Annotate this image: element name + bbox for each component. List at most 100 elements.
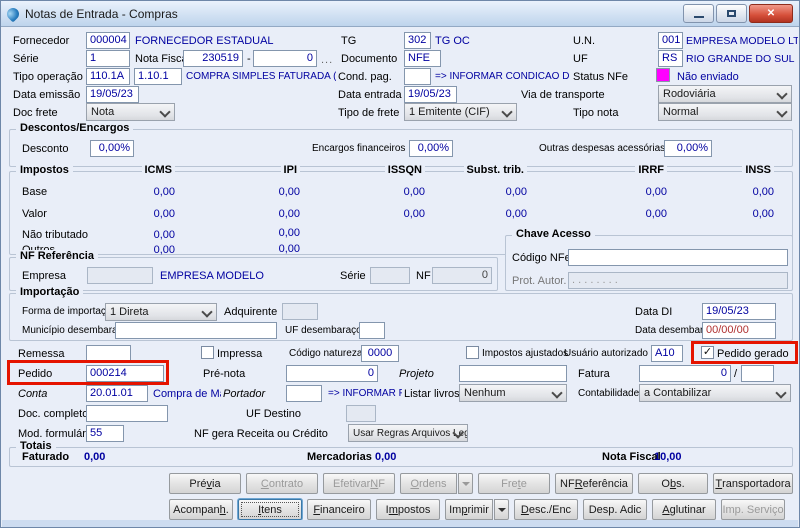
impostos-col-irrf: IRRF: [635, 164, 667, 176]
itens-button[interactable]: Itens: [238, 499, 302, 520]
impostos-col-subst-trib: Subst. trib.: [463, 164, 527, 176]
obs-button[interactable]: Ob s.: [638, 473, 708, 494]
fornecedor-code-field[interactable]: 000004: [86, 32, 130, 49]
pedido-gerado-checkbox[interactable]: ✓: [701, 346, 714, 359]
encargos-financeiros-field[interactable]: 0,00%: [409, 140, 453, 157]
nf-gera-combobox[interactable]: Usar Regras Arquivos Legais: [348, 424, 468, 442]
portador-field[interactable]: [286, 385, 322, 402]
prot-autor-field: . . . . . . . .: [568, 272, 788, 289]
impressa-label: Impressa: [217, 348, 263, 360]
impostos-cell: 0,00: [403, 186, 425, 198]
usuario-autorizado-field[interactable]: A10: [651, 345, 683, 362]
imp-servico-button[interactable]: Imp. Serviço: [721, 499, 785, 520]
forma-importacao-combobox[interactable]: 1 Direta: [105, 303, 217, 321]
projeto-field[interactable]: [459, 365, 567, 382]
chevron-down-icon: [776, 106, 788, 118]
nota-fiscal-more-button[interactable]: ...: [321, 54, 333, 66]
cond-pag-label: Cond. pag.: [338, 71, 392, 83]
municipio-desembaraco-field[interactable]: [115, 322, 277, 339]
fatura-field[interactable]: 0: [639, 365, 731, 382]
status-nfe-label: Status NFe: [573, 71, 629, 83]
contrato-button[interactable]: Contrato: [246, 473, 318, 494]
frete-button[interactable]: Fre t e: [478, 473, 550, 494]
nfref-nf-field[interactable]: 0: [432, 267, 492, 284]
un-code-field[interactable]: 001: [658, 32, 683, 49]
imprimir-dropdown-button[interactable]: [494, 499, 509, 520]
fatura-parcela-field[interactable]: [741, 365, 774, 382]
chave-acesso-title: Chave Acesso: [512, 228, 595, 240]
close-button[interactable]: ✕: [749, 4, 793, 23]
codigo-natureza-field[interactable]: 0000: [361, 345, 399, 362]
descontos-encargos-group: Descontos/Encargos Desconto 0,00% Encarg…: [9, 122, 793, 167]
imprimir-button[interactable]: Im p rimir: [445, 499, 493, 520]
tipo-operacao-code1-field[interactable]: 110.1A: [86, 68, 130, 85]
tipo-frete-combobox[interactable]: 1 Emitente (CIF): [404, 103, 517, 121]
desc-enc-button[interactable]: Desc./Enc: [514, 499, 578, 520]
pre-nota-field[interactable]: 0: [286, 365, 378, 382]
tipo-operacao-code2-field[interactable]: 1.10.1: [134, 68, 182, 85]
mod-formulario-field[interactable]: 55: [86, 425, 124, 442]
impostos-row-valor-label: Valor: [22, 208, 47, 220]
desp-adic-button[interactable]: Desp. Adic: [583, 499, 647, 520]
documento-field[interactable]: NFE: [404, 50, 441, 67]
nota-fiscal-sub-field[interactable]: 0: [253, 50, 317, 67]
uf-code-field[interactable]: RS: [658, 50, 683, 67]
uf-desembaraco-label: UF desembaraço: [285, 325, 362, 336]
aglutinar-button[interactable]: Aglutinar: [652, 499, 716, 520]
nota-fiscal-field[interactable]: 230519: [183, 50, 243, 67]
financeiro-button[interactable]: Financeiro: [307, 499, 371, 520]
data-desembaraco-field[interactable]: 00/00/00: [702, 322, 776, 339]
data-emissao-field[interactable]: 19/05/23: [86, 86, 139, 103]
transportadora-button[interactable]: Transportadora: [713, 473, 793, 494]
window-frame-bottom: [2, 520, 798, 527]
nfref-empresa-label: Empresa: [22, 270, 67, 282]
impostos-col-inss: INSS: [742, 164, 774, 176]
nf-referencia-button[interactable]: NF Referência: [555, 473, 633, 494]
ordens-dropdown-button[interactable]: [458, 473, 473, 494]
impostos-cell: 0,00: [153, 244, 175, 256]
pedido-field[interactable]: 000214: [86, 365, 164, 382]
doc-frete-combobox[interactable]: Nota: [86, 103, 175, 121]
tg-code-field[interactable]: 302: [404, 32, 431, 49]
impressa-checkbox[interactable]: [201, 346, 214, 359]
tg-label: TG: [341, 35, 357, 47]
contabilidade-combobox[interactable]: a Contabilizar: [639, 384, 791, 402]
conta-field[interactable]: 20.01.01: [86, 385, 148, 402]
remessa-label: Remessa: [18, 348, 65, 360]
un-label: U.N.: [573, 35, 595, 47]
tipo-nota-combobox[interactable]: Normal: [658, 103, 792, 121]
desconto-field[interactable]: 0,00%: [90, 140, 134, 157]
listar-livros-combobox[interactable]: Nenhum: [459, 384, 567, 402]
previa-button[interactable]: Pré v ia: [169, 473, 241, 494]
dropdown-arrow-icon: [461, 481, 470, 486]
uf-desembaraco-field[interactable]: [359, 322, 385, 339]
impostos-cell: 0,00: [505, 208, 527, 220]
codigo-nfe-field[interactable]: [568, 249, 788, 266]
tipo-nota-label: Tipo nota: [573, 107, 619, 119]
ordens-button[interactable]: Ordens: [400, 473, 457, 494]
data-entrada-field[interactable]: 19/05/23: [404, 86, 457, 103]
impostos-ajustados-checkbox[interactable]: [466, 346, 479, 359]
tipo-operacao-label: Tipo operação: [13, 71, 83, 83]
minimize-button[interactable]: [683, 4, 714, 23]
data-di-field[interactable]: 19/05/23: [702, 303, 776, 320]
adquirente-field[interactable]: [282, 303, 318, 320]
doc-frete-label: Doc frete: [13, 107, 58, 119]
outras-despesas-field[interactable]: 0,00%: [664, 140, 712, 157]
acompanh-button[interactable]: Acompan h.: [169, 499, 233, 520]
minimize-icon: [693, 16, 704, 18]
impostos-cell: 0,00: [278, 243, 300, 255]
nfref-empresa-field[interactable]: [87, 267, 153, 284]
via-transporte-combobox[interactable]: Rodoviária: [658, 85, 792, 103]
efetivar-nf-button[interactable]: Efetivar NF: [323, 473, 395, 494]
cond-pag-field[interactable]: [404, 68, 431, 85]
doc-completo-field[interactable]: [86, 405, 168, 422]
uf-destino-field[interactable]: [346, 405, 376, 422]
serie-field[interactable]: 1: [86, 50, 130, 67]
remessa-field[interactable]: [86, 345, 131, 362]
impostos-button[interactable]: Im postos: [376, 499, 440, 520]
chevron-down-icon: [201, 306, 213, 318]
impostos-cell: 0,00: [752, 186, 774, 198]
maximize-button[interactable]: [716, 4, 747, 23]
nfref-serie-field[interactable]: [370, 267, 410, 284]
